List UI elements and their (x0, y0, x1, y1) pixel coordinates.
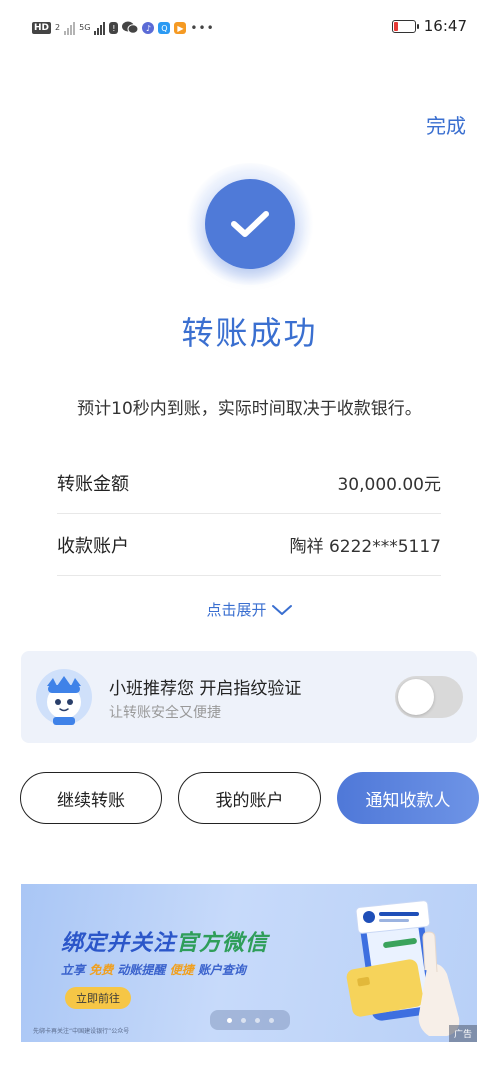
pagination-dot[interactable] (226, 1017, 232, 1023)
browser-icon: Q (158, 22, 171, 34)
signal-5g-icon (94, 21, 106, 35)
check-circle-icon (205, 179, 295, 269)
banner-title: 绑定并关注官方微信 (61, 925, 268, 957)
banner-tagline-convenient: 便捷 (169, 963, 194, 977)
pagination-dot[interactable] (254, 1017, 260, 1023)
banner-tagline-part3: 账户查询 (197, 963, 246, 977)
result-subtitle: 预计10秒内到账，实际时间取决于收款银行。 (77, 399, 422, 419)
expand-label: 点击展开 (206, 601, 267, 619)
ad-banner[interactable]: 绑定并关注官方微信 立享 免费 动账提醒 便捷 账户查询 立即前往 先绑卡再关注… (21, 884, 477, 1042)
clock: 16:47 (423, 17, 467, 35)
detail-row-account: 收款账户 陶祥 6222***5117 (57, 514, 441, 576)
notify-payee-button[interactable]: 通知收款人 (337, 772, 479, 824)
phone-card-illustration (343, 898, 467, 1038)
fingerprint-card-subtitle: 让转账安全又便捷 (109, 705, 221, 721)
status-bar: HD 2 5G ! ♪ Q ▶ ••• 16:47 (0, 0, 499, 56)
hd-icon: HD (32, 22, 52, 34)
banner-pagination (210, 1010, 290, 1030)
chevron-down-icon (271, 604, 292, 615)
signal-5g-label: 5G (79, 23, 91, 32)
mascot-avatar (35, 668, 93, 726)
banner-title-part1: 绑定并关注 (61, 931, 177, 956)
my-account-button[interactable]: 我的账户 (178, 772, 321, 824)
status-bar-right: 16:47 (391, 17, 467, 35)
banner-footnote: 先绑卡再关注“中国建设银行”公众号 (33, 1028, 130, 1035)
result-title: 转账成功 (181, 314, 318, 352)
check-icon (231, 211, 269, 237)
wechat-icon (122, 19, 139, 38)
detail-value: 30,000.00元 (337, 475, 441, 495)
detail-row-amount: 转账金额 30,000.00元 (57, 452, 441, 514)
done-button[interactable]: 完成 (426, 110, 466, 139)
banner-tagline-part2: 动账提醒 (117, 963, 166, 977)
status-bar-left: HD 2 5G ! ♪ Q ▶ ••• (32, 18, 215, 38)
pagination-dot[interactable] (240, 1017, 246, 1023)
fingerprint-card-title: 小班推荐您 开启指纹验证 (109, 679, 302, 699)
fingerprint-toggle[interactable] (395, 676, 463, 718)
ad-tag: 广告 (448, 1025, 477, 1042)
success-badge (184, 162, 316, 286)
expand-details-button[interactable]: 点击展开 (0, 599, 499, 620)
pagination-dot[interactable] (268, 1017, 274, 1023)
alert-icon: ! (109, 22, 119, 34)
fingerprint-card: 小班推荐您 开启指纹验证 让转账安全又便捷 (21, 651, 477, 743)
hd-sub-label: 2 (55, 23, 61, 32)
continue-transfer-button[interactable]: 继续转账 (20, 772, 162, 824)
toggle-knob (398, 679, 434, 715)
more-icon: ••• (190, 21, 215, 35)
banner-cta-button[interactable]: 立即前往 (65, 987, 131, 1009)
banner-title-highlight: 官方微信 (176, 931, 269, 956)
banner-tagline-part1: 立享 (61, 963, 86, 977)
detail-label: 转账金额 (57, 473, 129, 495)
detail-label: 收款账户 (57, 535, 129, 557)
signal-icon (64, 21, 76, 35)
detail-value: 陶祥 6222***5117 (289, 537, 441, 557)
battery-icon (391, 19, 419, 33)
video-icon: ▶ (174, 22, 187, 34)
banner-tagline: 立享 免费 动账提醒 便捷 账户查询 (61, 961, 246, 978)
banner-tagline-free: 免费 (89, 963, 114, 977)
music-icon: ♪ (142, 22, 155, 34)
